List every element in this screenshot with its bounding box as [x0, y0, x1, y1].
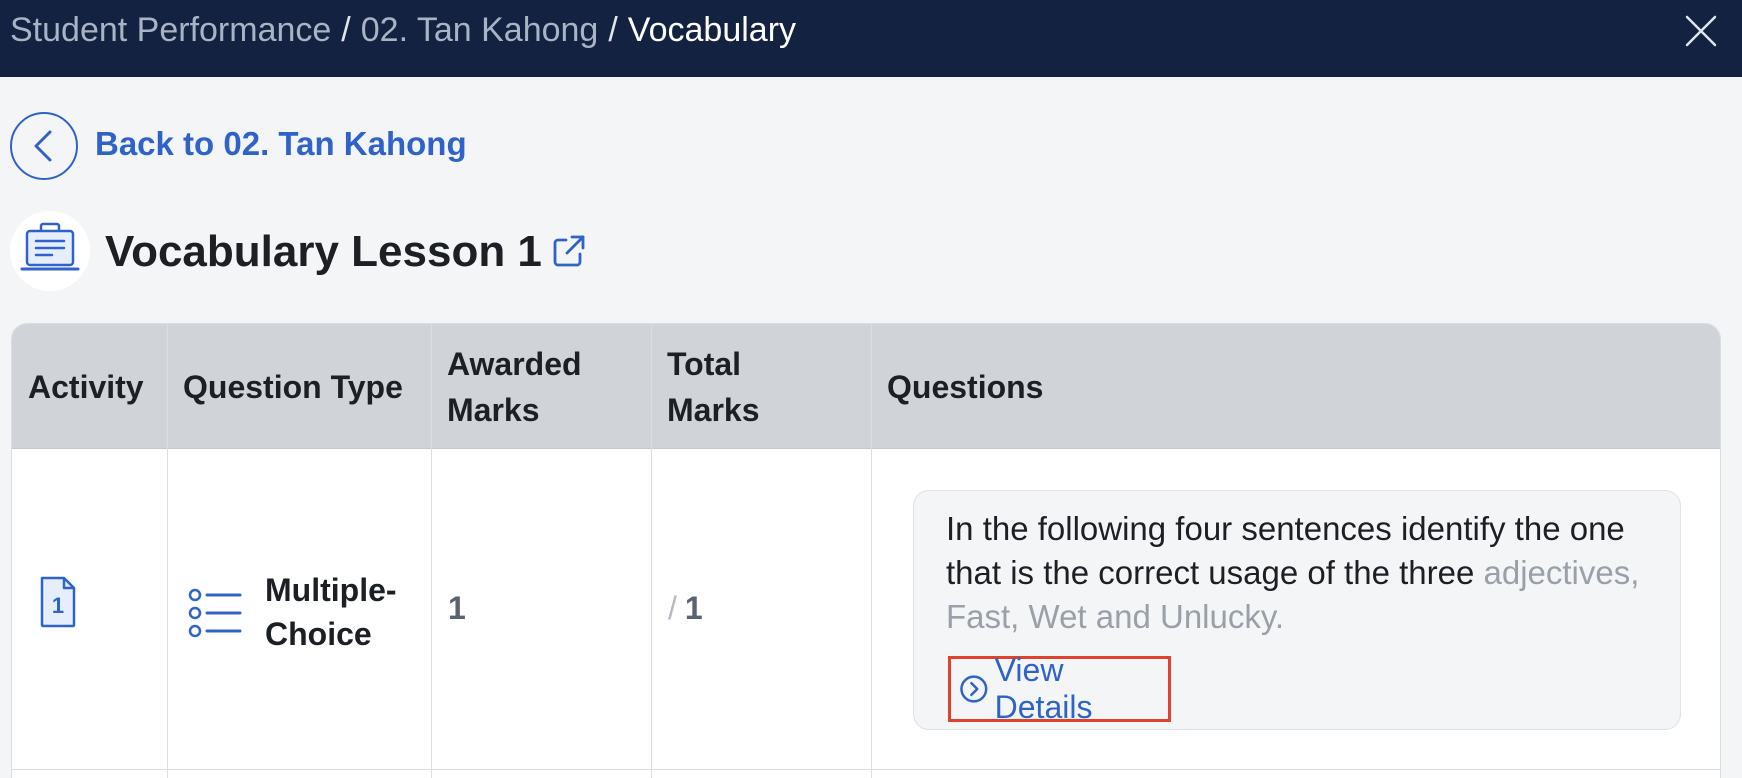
column-divider	[651, 324, 652, 778]
header-awarded-marks: Awarded Marks	[431, 324, 651, 449]
table-header: Activity Question Type Awarded Marks Tota…	[12, 324, 1720, 449]
header-total-line2: Marks	[667, 391, 760, 428]
activity-cell: 1	[38, 575, 78, 629]
header-total-marks: Total Marks	[651, 324, 871, 449]
awarded-marks: 1	[448, 590, 466, 626]
total-marks-cell: /1	[668, 590, 703, 627]
column-divider	[431, 324, 432, 778]
breadcrumb: Student Performance/02. Tan Kahong / Vocab…	[10, 12, 796, 48]
question-type-line1: Multiple-	[265, 572, 397, 608]
breadcrumb-item-student-performance[interactable]: Student Performance	[10, 11, 331, 49]
lesson-board-icon	[20, 222, 80, 271]
back-button[interactable]	[10, 112, 78, 180]
question-text: In the following four sentences identify…	[946, 507, 1646, 639]
activity-table: Activity Question Type Awarded Marks Tota…	[11, 323, 1721, 778]
total-marks: 1	[684, 590, 703, 626]
chevron-left-icon	[34, 130, 52, 162]
breadcrumb-separator: /	[608, 11, 618, 49]
list-icon	[188, 588, 242, 638]
question-type-line2: Choice	[265, 616, 372, 652]
header-total-line1: Total	[667, 345, 742, 382]
header-awarded-line1: Awarded	[447, 345, 582, 382]
lesson-icon-badge	[10, 211, 90, 291]
row-divider	[12, 769, 1720, 770]
header-question-type: Question Type	[183, 368, 403, 405]
question-type-label: Multiple- Choice	[265, 568, 397, 656]
view-details-label: View Details	[994, 652, 1093, 725]
column-divider	[871, 324, 872, 778]
lesson-title: Vocabulary Lesson 1	[105, 227, 542, 276]
header-awarded-line2: Marks	[447, 391, 540, 428]
total-marks-separator: /	[668, 590, 677, 626]
breadcrumb-item-student[interactable]: 02. Tan Kahong	[361, 11, 599, 49]
column-divider	[167, 324, 168, 778]
header-activity: Activity	[28, 368, 144, 405]
external-link-icon[interactable]	[550, 232, 588, 270]
breadcrumb-item-current: Vocabulary	[627, 11, 797, 49]
close-icon[interactable]	[1684, 14, 1718, 48]
top-bar: Student Performance/02. Tan Kahong / Vocab…	[0, 0, 1742, 77]
view-details-button[interactable]: View Details	[948, 652, 1171, 725]
chevron-circle-right-icon	[960, 675, 988, 703]
question-card: In the following four sentences identify…	[913, 490, 1681, 730]
back-link[interactable]: Back to 02. Tan Kahong	[95, 125, 467, 163]
header-questions: Questions	[887, 368, 1044, 405]
activity-number: 1	[51, 593, 65, 618]
breadcrumb-separator: /	[341, 11, 351, 49]
